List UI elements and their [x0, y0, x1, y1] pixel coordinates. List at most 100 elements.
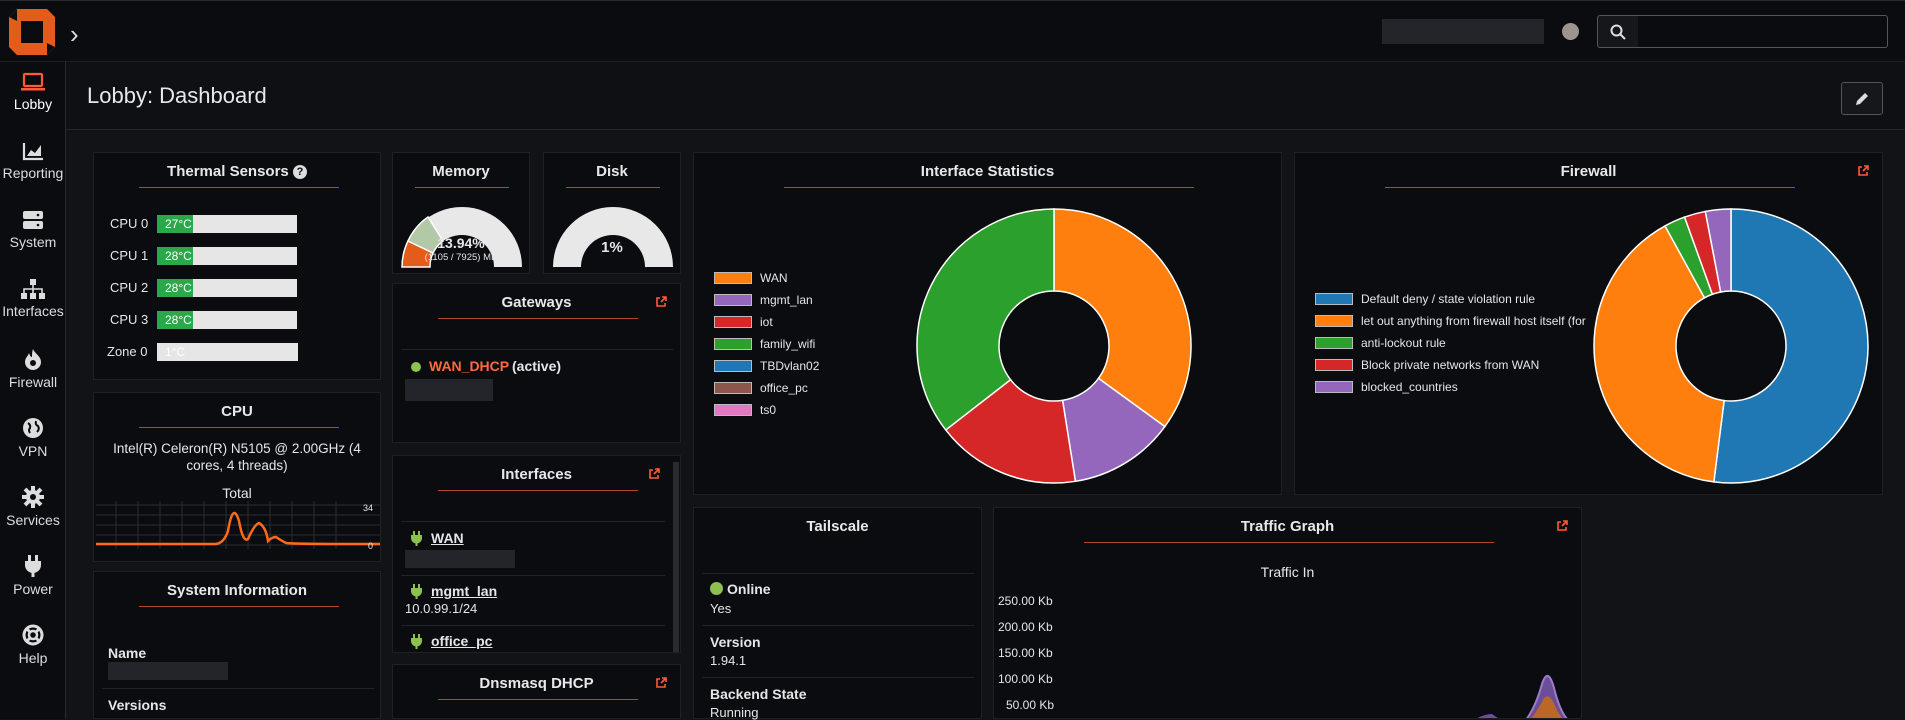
legend-swatch[interactable]: [1315, 337, 1353, 349]
sidebar-item-label: Interfaces: [2, 303, 64, 319]
legend-label[interactable]: mgmt_lan: [760, 293, 813, 307]
legend-swatch[interactable]: [1315, 359, 1353, 371]
external-link-icon[interactable]: [655, 677, 667, 689]
y-tick: 100.00 Kb: [998, 672, 1053, 686]
legend-swatch[interactable]: [714, 316, 752, 328]
chart-icon: [22, 143, 43, 161]
widget-title: Traffic Graph: [1240, 518, 1335, 535]
legend-label[interactable]: Block private networks from WAN: [1361, 358, 1539, 372]
laptop-icon: [21, 72, 45, 91]
tailscale-widget: Tailscale Online Yes Version 1.94.1 Back…: [693, 507, 982, 720]
sensor-name: CPU 1: [110, 248, 149, 263]
legend-swatch[interactable]: [714, 294, 752, 306]
sensor-name: CPU 0: [110, 216, 149, 231]
edit-dashboard-button[interactable]: [1841, 82, 1883, 115]
pie-slice-wan[interactable]: [1053, 208, 1192, 428]
legend-label[interactable]: WAN: [760, 271, 788, 285]
sidebar-item-help[interactable]: Help: [0, 614, 66, 680]
sidebar: Lobby Reporting System Interfaces Firewa…: [0, 62, 66, 719]
legend-label[interactable]: office_pc: [760, 381, 808, 395]
interface-statistics-pie-chart: [916, 208, 1192, 484]
gateway-status-dot: [411, 362, 421, 372]
external-link-icon[interactable]: [1556, 520, 1568, 532]
cpu-widget: CPU Intel(R) Celeron(R) N5105 @ 2.00GHz …: [93, 392, 381, 562]
legend-swatch[interactable]: [1315, 293, 1353, 305]
legend-label[interactable]: let out anything from firewall host itse…: [1361, 314, 1586, 328]
y-tick: 50.00 Kb: [1006, 698, 1055, 712]
tailscale-label: Version: [710, 634, 761, 650]
legend-label[interactable]: iot: [760, 315, 773, 329]
dnsmasq-dhcp-widget: Dnsmasq DHCP: [392, 664, 681, 719]
legend-label[interactable]: anti-lockout rule: [1361, 336, 1446, 350]
search-input[interactable]: [1638, 15, 1888, 48]
sidebar-item-label: System: [9, 234, 57, 250]
gateways-widget: Gateways WAN_DHCP (active): [392, 283, 681, 443]
legend-label[interactable]: ts0: [760, 403, 776, 417]
tailscale-label: Backend State: [710, 686, 807, 702]
sidebar-item-label: Power: [13, 581, 53, 597]
external-link-icon[interactable]: [648, 468, 660, 480]
sidebar-toggle-chevron-icon[interactable]: ›: [70, 19, 79, 50]
fire-icon: [25, 349, 41, 370]
sidebar-item-firewall[interactable]: Firewall: [0, 338, 66, 404]
tailscale-value: 1.94.1: [710, 653, 747, 668]
sidebar-item-label: Reporting: [2, 165, 64, 181]
sensor-bar: [193, 311, 297, 329]
y-tick: 250.00 Kb: [998, 594, 1053, 608]
online-status-dot: [710, 582, 723, 595]
legend-swatch[interactable]: [714, 360, 752, 372]
legend-swatch[interactable]: [714, 272, 752, 284]
tailscale-value: Running: [710, 705, 759, 720]
sidebar-item-reporting[interactable]: Reporting: [0, 131, 66, 197]
cpu-y-min: 0: [368, 541, 374, 551]
interface-name[interactable]: office_pc: [431, 633, 492, 649]
legend-label[interactable]: Default deny / state violation rule: [1361, 292, 1535, 306]
pie-slice-default-deny-state-violation-rule[interactable]: [1712, 208, 1869, 484]
sensor-name: CPU 3: [110, 312, 149, 327]
widget-title: Firewall: [1560, 163, 1617, 180]
interface-name[interactable]: WAN: [431, 530, 464, 546]
widget-title: Memory: [432, 163, 490, 180]
sidebar-item-lobby[interactable]: Lobby: [0, 62, 66, 128]
search-button[interactable]: [1597, 15, 1639, 48]
sidebar-item-system[interactable]: System: [0, 200, 66, 266]
legend-swatch[interactable]: [714, 404, 752, 416]
help-icon[interactable]: ?: [292, 165, 307, 179]
external-link-icon[interactable]: [1857, 165, 1869, 177]
traffic-graph-widget: Traffic Graph Traffic In 250.00 Kb 200.0…: [993, 507, 1582, 719]
sensor-name: Zone 0: [107, 344, 148, 359]
thermal-sensors-widget: Thermal Sensors ? CPU 0 27°C CPU 1 28°C …: [93, 152, 381, 380]
gateway-name[interactable]: WAN_DHCP: [429, 358, 509, 374]
user-name-redacted: [1382, 19, 1544, 44]
gateway-status: (active): [512, 358, 562, 374]
legend-label[interactable]: TBDvlan02: [760, 359, 819, 373]
server-icon: [23, 211, 43, 229]
page-header: Lobby: Dashboard: [66, 62, 1905, 130]
sensor-value: 28°C: [157, 279, 193, 297]
opnsense-logo[interactable]: [7, 7, 57, 57]
sidebar-item-interfaces[interactable]: Interfaces: [0, 269, 66, 335]
sensor-name: CPU 2: [110, 280, 149, 295]
tailscale-value: Yes: [710, 601, 732, 616]
hostname-redacted: [108, 662, 228, 680]
external-link-icon[interactable]: [655, 296, 667, 308]
sidebar-item-vpn[interactable]: VPN: [0, 407, 66, 473]
y-tick: 150.00 Kb: [998, 646, 1053, 660]
scrollbar[interactable]: [673, 462, 679, 652]
sensor-bar: [193, 279, 297, 297]
legend-swatch[interactable]: [1315, 381, 1353, 393]
network-icon: [21, 279, 45, 299]
sidebar-item-power[interactable]: Power: [0, 545, 66, 611]
widget-title: CPU: [221, 403, 253, 420]
versions-label: Versions: [108, 697, 167, 713]
plug-icon: [411, 634, 422, 649]
legend-swatch[interactable]: [1315, 315, 1353, 327]
legend-label[interactable]: blocked_countries: [1361, 380, 1458, 394]
interface-name[interactable]: mgmt_lan: [431, 583, 497, 599]
sidebar-item-services[interactable]: Services: [0, 476, 66, 542]
sidebar-item-label: Services: [6, 512, 60, 528]
legend-swatch[interactable]: [714, 338, 752, 350]
sensor-value: 28°C: [157, 247, 193, 265]
legend-label[interactable]: family_wifi: [760, 337, 815, 351]
legend-swatch[interactable]: [714, 382, 752, 394]
